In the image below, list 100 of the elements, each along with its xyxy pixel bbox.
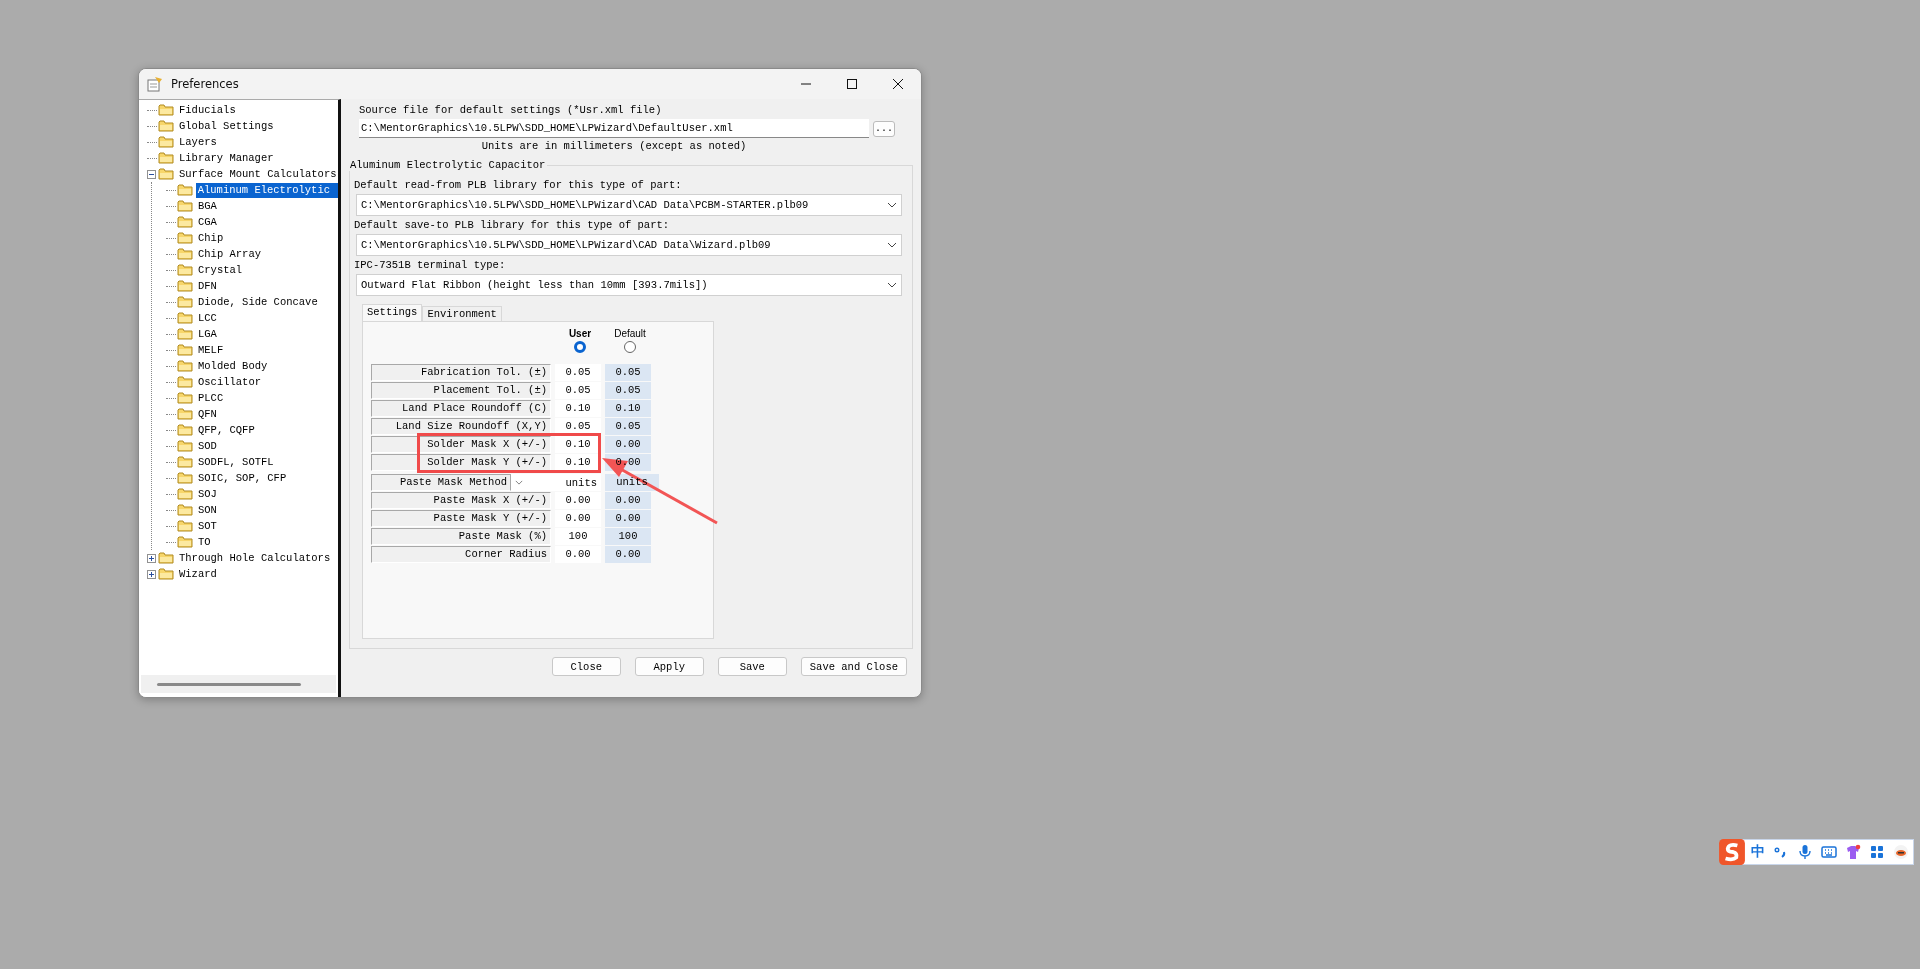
scrollbar-thumb[interactable]: [157, 682, 301, 686]
folder-icon: [158, 150, 174, 166]
dialog-button[interactable]: Save: [717, 657, 787, 676]
language-mode-toggle[interactable]: 中: [1751, 843, 1765, 861]
tree-item[interactable]: PLCC: [196, 390, 226, 406]
row-label: Fabrication Tol. (±): [371, 364, 551, 381]
tree-item[interactable]: SON: [196, 502, 219, 518]
folder-icon: [177, 358, 193, 374]
value-field[interactable]: 0.10: [555, 436, 601, 453]
browse-button[interactable]: ...: [873, 120, 895, 137]
dialog-button[interactable]: Apply: [634, 657, 704, 676]
value-field[interactable]: 0.00: [555, 492, 601, 509]
source-file-label: Source file for default settings (*Usr.xml file): [358, 104, 663, 117]
chevron-down-icon: [887, 282, 897, 288]
tree-item[interactable]: MELF: [196, 342, 226, 358]
source-file-field[interactable]: C:\MentorGraphics\10.5LPW\SDD_HOME\LPWizard\DefaultUser.xml: [359, 119, 869, 138]
default-value: 0.10: [605, 400, 651, 417]
tree-item[interactable]: Oscillator: [196, 374, 263, 390]
value-field[interactable]: 0.00: [555, 510, 601, 527]
tree-item[interactable]: Crystal: [196, 262, 245, 278]
folder-icon: [177, 534, 193, 550]
tab[interactable]: Environment: [422, 306, 502, 321]
tree-item[interactable]: SOIC, SOP, CFP: [196, 470, 289, 486]
tree-item[interactable]: Chip: [196, 230, 226, 246]
tree-item[interactable]: Aluminum Electrolytic: [195, 182, 338, 198]
column-label: Default: [614, 328, 646, 339]
folder-icon: [177, 454, 193, 470]
radio-button[interactable]: [624, 341, 636, 353]
tree-item[interactable]: QFN: [196, 406, 219, 422]
tree-item[interactable]: Wizard: [177, 566, 219, 582]
dialog-button[interactable]: Close: [551, 657, 621, 676]
plus-icon[interactable]: [147, 569, 156, 579]
keyboard-icon[interactable]: [1821, 844, 1837, 860]
row-label: Paste Mask (%): [371, 528, 551, 545]
field-label: Default read-from PLB library for this type of part:: [354, 179, 683, 192]
tree-item[interactable]: Global Settings: [177, 118, 276, 134]
input-method-logo-icon[interactable]: [1718, 838, 1746, 866]
folder-icon: [158, 166, 174, 182]
value-field[interactable]: 0.10: [555, 400, 601, 417]
shirt-icon[interactable]: [1845, 844, 1861, 860]
default-value: 0.00: [605, 436, 651, 453]
default-value: 0.00: [605, 510, 651, 527]
tree-item[interactable]: DFN: [196, 278, 219, 294]
group-title: Aluminum Electrolytic Capacitor: [348, 159, 548, 171]
tree-item[interactable]: SODFL, SOTFL: [196, 454, 276, 470]
default-value: 100: [605, 528, 651, 545]
tree-item[interactable]: LCC: [196, 310, 219, 326]
tree-item[interactable]: CGA: [196, 214, 219, 230]
mascot-icon[interactable]: [1893, 844, 1909, 860]
grid-icon[interactable]: [1869, 844, 1885, 860]
value-field[interactable]: 0.05: [555, 364, 601, 381]
tree-item[interactable]: Molded Body: [196, 358, 270, 374]
folder-icon: [177, 214, 193, 230]
value-field[interactable]: 0.00: [555, 546, 601, 563]
dropdown[interactable]: C:\MentorGraphics\10.5LPW\SDD_HOME\LPWizard\CAD Data\Wizard.plb09: [356, 234, 902, 256]
folder-icon: [177, 326, 193, 342]
folder-icon: [158, 134, 174, 150]
tree-item[interactable]: Layers: [177, 134, 219, 150]
tree-item[interactable]: SOT: [196, 518, 219, 534]
folder-icon: [177, 486, 193, 502]
tree-item[interactable]: TO: [196, 534, 213, 550]
dropdown[interactable]: C:\MentorGraphics\10.5LPW\SDD_HOME\LPWizard\CAD Data\PCBM-STARTER.plb09: [356, 194, 902, 216]
tab[interactable]: Settings: [362, 304, 423, 321]
default-value: 0.05: [605, 364, 651, 381]
row-label: Land Size Roundoff (X,Y): [371, 418, 551, 435]
tree-item[interactable]: Diode, Side Concave: [196, 294, 320, 310]
field-label: Default save-to PLB library for this type of part:: [354, 219, 671, 232]
folder-icon: [177, 390, 193, 406]
value-field[interactable]: 100: [555, 528, 601, 545]
row-label: Paste Mask Y (+/-): [371, 510, 551, 527]
tree-item[interactable]: Library Manager: [177, 150, 276, 166]
tree-item[interactable]: Fiducials: [177, 102, 238, 118]
plus-icon[interactable]: [147, 553, 156, 563]
radio-button[interactable]: [574, 341, 586, 353]
tree-item[interactable]: Chip Array: [196, 246, 263, 262]
folder-icon: [158, 566, 174, 582]
microphone-icon[interactable]: [1797, 844, 1813, 860]
window-icon: [147, 76, 163, 92]
horizontal-scrollbar[interactable]: [141, 675, 336, 693]
tree-item[interactable]: Surface Mount Calculators: [177, 166, 338, 182]
folder-icon: [177, 230, 193, 246]
dialog-button[interactable]: Save and Close: [800, 657, 907, 676]
row-label: Land Place Roundoff (C): [371, 400, 551, 417]
tree-item[interactable]: LGA: [196, 326, 219, 342]
folder-icon: [176, 182, 193, 198]
folder-icon: [177, 246, 193, 262]
row-label: Solder Mask X (+/-): [371, 436, 551, 453]
value-field[interactable]: 0.05: [555, 382, 601, 399]
tree-item[interactable]: Through Hole Calculators: [177, 550, 333, 566]
tree-item[interactable]: SOD: [196, 438, 219, 454]
tree-item[interactable]: QFP, CQFP: [196, 422, 257, 438]
tree-item[interactable]: SOJ: [196, 486, 219, 502]
minus-icon[interactable]: [147, 169, 156, 179]
chevron-down-icon: [515, 480, 523, 485]
folder-icon: [177, 438, 193, 454]
chevron-down-icon: [887, 242, 897, 248]
method-dropdown[interactable]: units: [511, 474, 601, 491]
tree-item[interactable]: BGA: [196, 198, 219, 214]
row-label: Placement Tol. (±): [371, 382, 551, 399]
dropdown[interactable]: Outward Flat Ribbon (height less than 10mm [393.7mils]): [356, 274, 902, 296]
